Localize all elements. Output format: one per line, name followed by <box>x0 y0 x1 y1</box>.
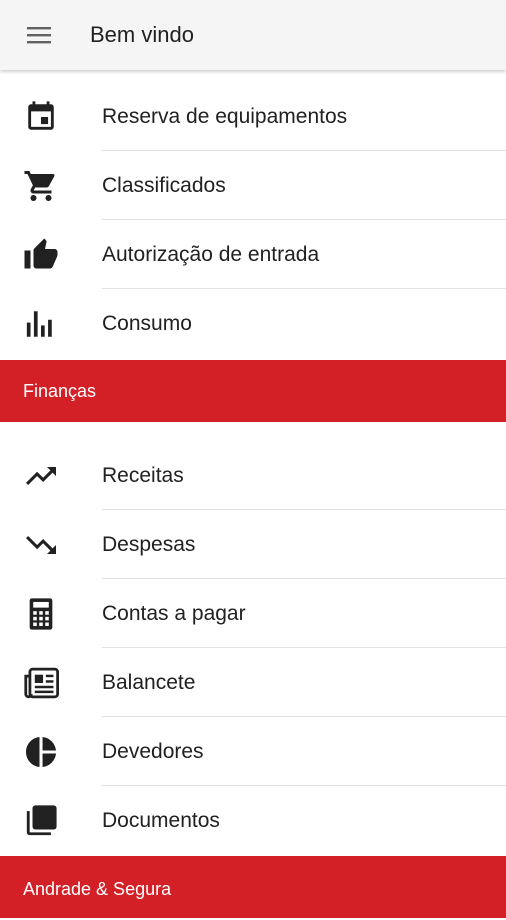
trending-up-icon <box>22 457 60 495</box>
drawer-item-documentos[interactable]: Documentos <box>0 786 506 855</box>
drawer-item-label: Documentos <box>102 809 220 832</box>
documents-icon <box>22 802 60 840</box>
section-header-financas: Finanças <box>0 360 506 422</box>
drawer-item-autorizacao[interactable]: Autorização de entrada <box>0 220 506 289</box>
drawer-item-receitas[interactable]: Receitas <box>0 441 506 510</box>
calculator-icon <box>22 595 60 633</box>
drawer-item-classificados[interactable]: Classificados <box>0 151 506 220</box>
calendar-icon <box>22 98 60 136</box>
drawer-item-despesas[interactable]: Despesas <box>0 510 506 579</box>
section-title: Finanças <box>23 381 97 401</box>
drawer-item-label: Devedores <box>102 740 204 763</box>
drawer-item-balancete[interactable]: Balancete <box>0 648 506 717</box>
section-header-andrade-segura: Andrade & Segura <box>0 856 506 918</box>
drawer-item-label: Classificados <box>102 174 226 197</box>
app-bar: Bem vindo <box>0 0 506 70</box>
section-title: Andrade & Segura <box>23 879 172 899</box>
drawer-item-reserva[interactable]: Reserva de equipamentos <box>0 82 506 151</box>
drawer-item-label: Autorização de entrada <box>102 243 320 266</box>
drawer-item-label: Despesas <box>102 533 196 556</box>
drawer-item-contas-a-pagar[interactable]: Contas a pagar <box>0 579 506 648</box>
drawer-item-label: Contas a pagar <box>102 602 246 625</box>
trending-down-icon <box>22 526 60 564</box>
thumb-up-icon <box>22 236 60 274</box>
drawer-item-devedores[interactable]: Devedores <box>0 717 506 786</box>
page-title: Bem vindo <box>90 22 194 47</box>
pie-chart-icon <box>22 733 60 771</box>
drawer-item-label: Receitas <box>102 464 184 487</box>
drawer-item-consumo[interactable]: Consumo <box>0 289 506 358</box>
cart-icon <box>22 167 60 205</box>
drawer-item-label: Reserva de equipamentos <box>102 105 348 128</box>
menu-icon[interactable] <box>24 22 54 48</box>
drawer-item-label: Consumo <box>102 312 192 335</box>
bar-chart-icon <box>22 305 60 343</box>
drawer-item-label: Balancete <box>102 671 196 694</box>
newspaper-icon <box>22 664 60 702</box>
